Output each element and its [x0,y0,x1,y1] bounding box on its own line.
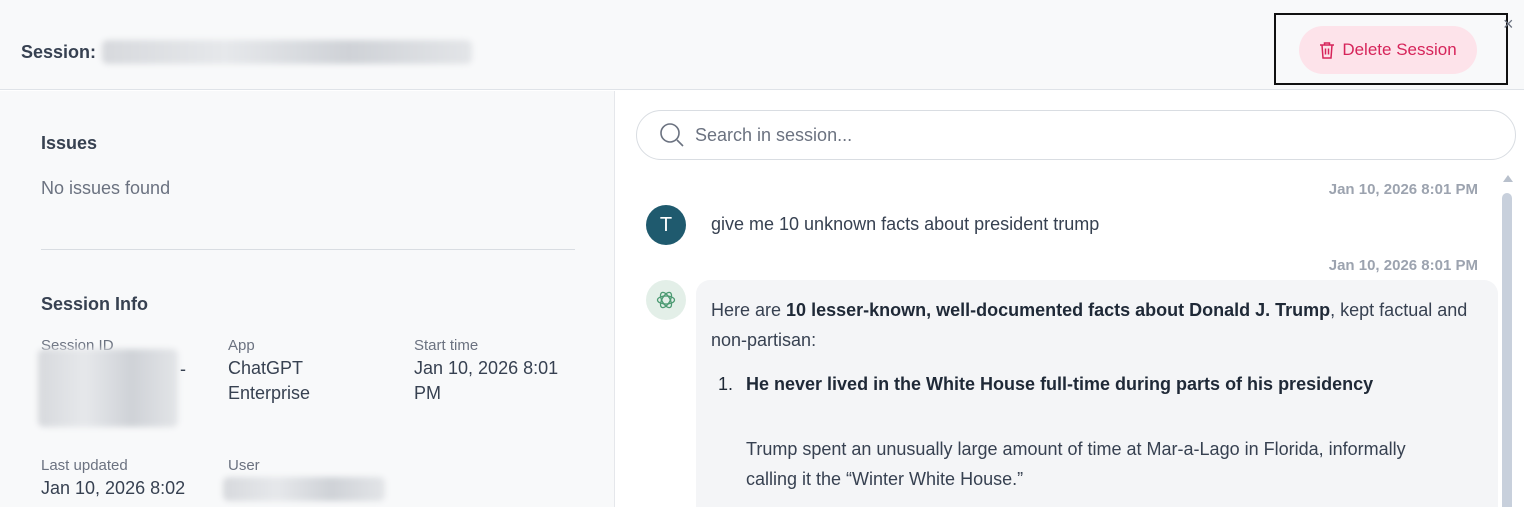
app-label: App [228,337,255,354]
list-number: 1. [718,374,734,394]
search-bar[interactable] [636,110,1516,160]
user-avatar: T [646,205,686,245]
last-updated-value: Jan 10, 2026 8:02 [41,478,186,498]
app-value-line1: ChatGPT [228,358,304,378]
start-time-line2: PM [414,383,441,403]
search-icon [660,123,684,147]
user-label: User [228,457,260,474]
message-timestamp: Jan 10, 2026 8:01 PM [1328,181,1478,198]
scrollbar[interactable] [1502,175,1513,507]
session-label: Session: [21,41,97,62]
session-header: Session: Delete Session × [0,0,1524,90]
delete-session-label: Delete Session [1342,40,1457,59]
session-transcript-panel: Jan 10, 2026 8:01 PM T give me 10 unknow… [616,91,1524,507]
scrollbar-thumb[interactable] [1502,193,1512,507]
openai-logo-icon [646,280,686,320]
assistant-intro: Here are 10 lesser-known, well-documente… [711,295,1481,355]
user-message-text: give me 10 unknown facts about president… [711,214,1100,234]
assistant-message: Here are 10 lesser-known, well-documente… [696,280,1498,507]
message-timestamp: Jan 10, 2026 8:01 PM [1328,257,1478,274]
section-divider [41,249,575,250]
search-input[interactable] [695,124,1455,146]
redacted-session-id-value [38,349,178,427]
delete-session-button[interactable]: Delete Session [1299,26,1477,74]
fact-title: He never lived in the White House full-t… [746,374,1374,394]
redacted-user-value [223,477,385,501]
last-updated-label: Last updated [41,457,128,474]
intro-text: Here are [711,300,787,320]
session-title: Session: [21,40,473,64]
scroll-up-arrow-icon[interactable] [1503,175,1513,182]
app-value-line2: Enterprise [228,383,311,403]
start-time-label: Start time [414,337,479,354]
intro-bold-text: 10 lesser-known, well-documented facts a… [786,300,1331,320]
session-info-heading: Session Info [41,294,149,314]
trash-icon [1320,42,1335,59]
close-icon[interactable]: × [1503,14,1514,35]
no-issues-text: No issues found [41,178,171,198]
session-id-dash: - [180,359,186,379]
start-time-line1: Jan 10, 2026 8:01 [414,358,559,378]
redacted-session-id [102,40,473,64]
fact-body: Trump spent an unusually large amount of… [746,439,1406,489]
session-details-panel: Issues No issues found Session Info Sess… [0,91,615,507]
issues-heading: Issues [41,133,98,153]
